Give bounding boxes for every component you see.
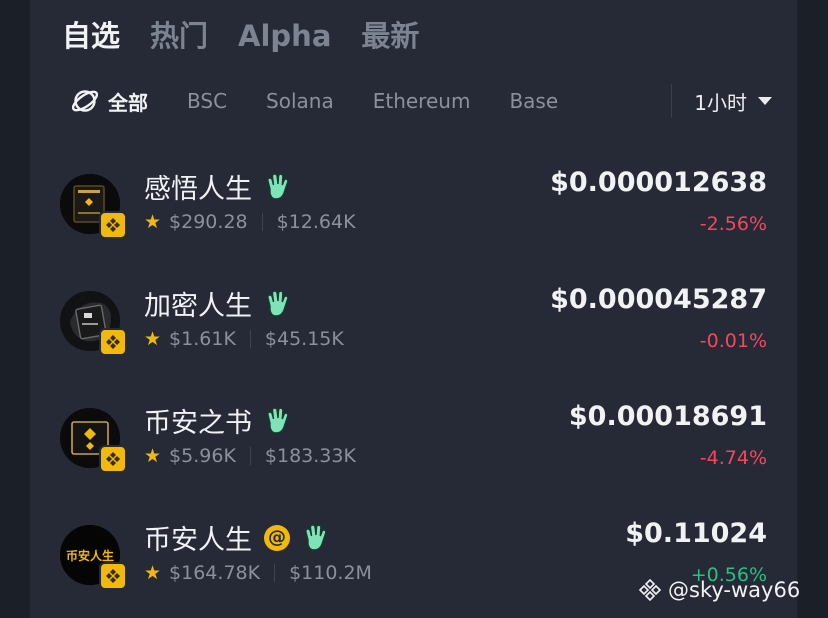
token-price: $0.000012638 xyxy=(550,167,767,198)
token-name: 加密人生 xyxy=(144,284,290,323)
chain-filter-base[interactable]: Base xyxy=(509,89,558,113)
timeframe-dropdown[interactable]: 1小时 xyxy=(671,84,772,118)
token-name-text: 加密人生 xyxy=(144,291,252,322)
token-change: -2.56% xyxy=(699,213,767,235)
star-icon: ★ xyxy=(144,445,162,467)
token-row[interactable]: 币安之书 ★ $5.96K $183.33K $0.00018691 -4.74… xyxy=(30,381,797,491)
token-avatar xyxy=(60,408,127,473)
token-market-cap: $1.61K xyxy=(169,328,236,350)
chain-filter-all[interactable]: 全部 xyxy=(72,87,148,116)
raised-hand-icon xyxy=(267,289,289,317)
token-market-cap: $290.28 xyxy=(169,211,248,233)
tab-favorites[interactable]: 自选 xyxy=(62,14,120,58)
token-change: -0.01% xyxy=(699,330,767,352)
token-stats: ★ $1.61K $45.15K xyxy=(144,328,344,350)
raised-hand-icon xyxy=(267,172,289,200)
token-stats: ★ $290.28 $12.64K xyxy=(144,211,356,233)
token-avatar: 币安人生 xyxy=(60,525,127,590)
bnb-chain-icon xyxy=(99,445,127,473)
chain-filter-bar: 全部 BSC Solana Ethereum Base 1小时 xyxy=(72,84,772,118)
token-price: $0.11024 xyxy=(625,518,767,549)
watchlist-panel: 自选 热门 Alpha 最新 全部 BSC Solana Ethereum Ba… xyxy=(30,0,797,618)
raised-hand-icon xyxy=(305,523,327,551)
token-price: $0.000045287 xyxy=(550,284,767,315)
token-name-text: 感悟人生 xyxy=(144,174,252,205)
globe-icon xyxy=(72,90,98,112)
chain-filter-all-label: 全部 xyxy=(108,90,148,115)
stats-divider xyxy=(274,564,276,582)
watermark: @sky-way66 xyxy=(638,578,800,602)
token-avatar xyxy=(60,291,127,356)
token-market-cap: $5.96K xyxy=(169,445,236,467)
bnb-chain-icon xyxy=(99,562,127,590)
stats-divider xyxy=(249,447,251,465)
market-tabs: 自选 热门 Alpha 最新 xyxy=(62,14,449,58)
token-stats: ★ $5.96K $183.33K xyxy=(144,445,356,467)
token-name-text: 币安人生 xyxy=(144,525,252,556)
timeframe-label: 1小时 xyxy=(694,90,747,115)
chain-filter-ethereum[interactable]: Ethereum xyxy=(373,89,471,113)
tab-alpha[interactable]: Alpha xyxy=(238,14,331,58)
token-row[interactable]: 感悟人生 ★ $290.28 $12.64K $0.000012638 -2.5… xyxy=(30,147,797,257)
star-icon: ★ xyxy=(144,328,162,350)
token-row[interactable]: 加密人生 ★ $1.61K $45.15K $0.000045287 -0.01… xyxy=(30,264,797,374)
token-price: $0.00018691 xyxy=(568,401,767,432)
bnb-chain-icon xyxy=(99,328,127,356)
star-icon: ★ xyxy=(144,562,162,584)
token-volume: $110.2M xyxy=(289,562,372,584)
chain-filter-bsc[interactable]: BSC xyxy=(187,89,227,113)
token-change: -4.74% xyxy=(699,447,767,469)
token-name: 感悟人生 xyxy=(144,167,290,206)
watermark-handle: @sky-way66 xyxy=(668,578,801,602)
binance-logo-icon xyxy=(638,578,662,602)
token-name: 币安人生 @ xyxy=(144,518,328,557)
stats-divider xyxy=(261,213,263,231)
token-market-cap: $164.78K xyxy=(169,562,261,584)
chain-filter-solana[interactable]: Solana xyxy=(266,89,334,113)
chevron-down-icon xyxy=(758,97,772,105)
tab-hot[interactable]: 热门 xyxy=(150,14,208,58)
token-volume: $12.64K xyxy=(276,211,356,233)
bnb-chain-icon xyxy=(99,211,127,239)
token-stats: ★ $164.78K $110.2M xyxy=(144,562,372,584)
token-avatar xyxy=(60,174,127,239)
token-avatar-text: 币安人生 xyxy=(65,548,114,563)
token-volume: $183.33K xyxy=(264,445,356,467)
token-name-text: 币安之书 xyxy=(144,408,252,439)
token-name: 币安之书 xyxy=(144,401,290,440)
raised-hand-icon xyxy=(267,406,289,434)
stats-divider xyxy=(249,330,251,348)
mention-icon: @ xyxy=(264,524,290,551)
token-volume: $45.15K xyxy=(264,328,344,350)
star-icon: ★ xyxy=(144,211,162,233)
tab-newest[interactable]: 最新 xyxy=(361,14,419,58)
